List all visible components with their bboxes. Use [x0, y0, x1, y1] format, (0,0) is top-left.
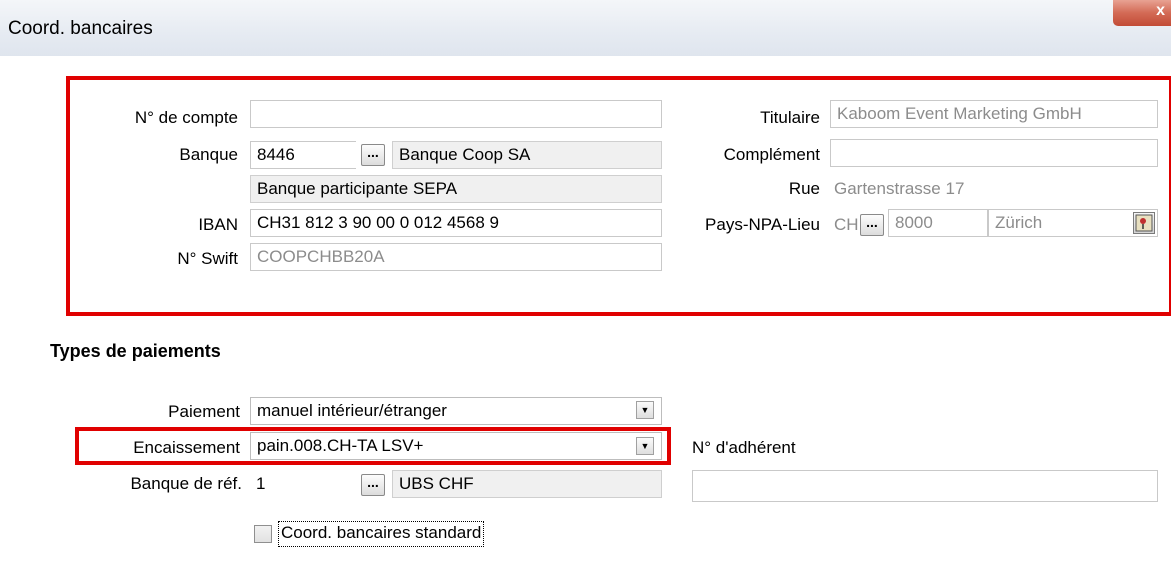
street-input[interactable]: Gartenstrasse 17 — [830, 175, 1158, 203]
account-no-input[interactable] — [250, 100, 662, 128]
member-no-input[interactable] — [692, 470, 1158, 502]
payment-select-value: manuel intérieur/étranger — [257, 401, 447, 420]
payment-label: Paiement — [168, 402, 240, 421]
close-button[interactable]: x — [1113, 0, 1171, 26]
title-bar — [0, 0, 1171, 56]
ref-bank-lookup-button[interactable]: ... — [361, 474, 385, 496]
holder-label: Titulaire — [760, 108, 820, 127]
zip-input[interactable]: 8000 — [888, 209, 988, 237]
window-title: Coord. bancaires — [8, 18, 153, 39]
swift-label: N° Swift — [177, 249, 238, 268]
collection-select-value: pain.008.CH-TA LSV+ — [257, 436, 424, 455]
country-zip-city-label: Pays-NPA-Lieu — [705, 215, 820, 234]
holder-input[interactable]: Kaboom Event Marketing GmbH — [830, 100, 1158, 128]
bank-code-input[interactable]: 8446 — [250, 141, 356, 169]
street-label: Rue — [788, 179, 820, 198]
ref-bank-name-field: UBS CHF — [392, 470, 662, 498]
bank-name-field: Banque Coop SA — [392, 141, 662, 169]
collection-select[interactable]: pain.008.CH-TA LSV+ — [250, 432, 662, 460]
ref-bank-code-input[interactable]: 1 — [252, 470, 352, 498]
account-no-label: N° de compte — [134, 108, 238, 127]
complement-input[interactable] — [830, 139, 1158, 167]
member-no-label: N° d'adhérent — [692, 438, 796, 457]
payment-select[interactable]: manuel intérieur/étranger — [250, 397, 662, 425]
iban-label: IBAN — [198, 215, 238, 234]
payment-dropdown-icon[interactable]: ▼ — [636, 401, 654, 419]
bank-lookup-button[interactable]: ... — [361, 144, 385, 166]
complement-label: Complément — [723, 145, 820, 164]
bank-label: Banque — [179, 145, 238, 164]
standard-bank-checkbox-label[interactable]: Coord. bancaires standard — [278, 521, 485, 547]
close-icon: x — [1156, 2, 1165, 19]
country-lookup-button[interactable]: ... — [860, 214, 884, 236]
ref-bank-label: Banque de réf. — [130, 474, 242, 493]
map-pin-icon — [1135, 214, 1153, 232]
payment-types-title: Types de paiements — [50, 341, 221, 361]
collection-dropdown-icon[interactable]: ▼ — [636, 437, 654, 455]
map-icon[interactable] — [1133, 212, 1155, 234]
collection-label: Encaissement — [133, 438, 240, 457]
sepa-status-field: Banque participante SEPA — [250, 175, 662, 203]
standard-bank-checkbox[interactable] — [254, 525, 272, 543]
iban-input[interactable]: CH31 812 3 90 00 0 012 4568 9 — [250, 209, 662, 237]
swift-input[interactable]: COOPCHBB20A — [250, 243, 662, 271]
